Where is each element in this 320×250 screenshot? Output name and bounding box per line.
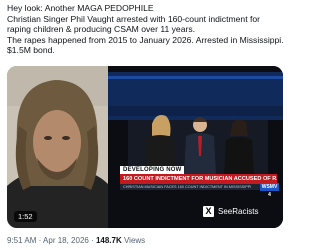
post-text-line: raping children & producing CSAM over 11… [7, 24, 196, 35]
post-text-line: Christian Singer Phil Vaught arrested wi… [7, 13, 261, 24]
post-date[interactable]: Apr 18, 2026 [43, 236, 89, 245]
post-time[interactable]: 9:51 AM [7, 236, 36, 245]
watermark: X SeeRacists [203, 206, 258, 217]
video-duration: 1:52 [14, 211, 37, 222]
post-text-line: The rapes happened from 2015 to January … [7, 34, 284, 45]
meta-separator: · [88, 236, 96, 245]
station-logo: WSMV 4 [260, 183, 279, 198]
news-studio-scene [108, 66, 283, 228]
news-subline-bar: CHRISTIAN MUSICIAN FACES 160 COUNT INDIC… [120, 184, 260, 190]
watermark-handle: SeeRacists [218, 207, 259, 216]
developing-now-tag: DEVELOPING NOW [120, 166, 185, 174]
news-video[interactable]: DEVELOPING NOW 160 COUNT INDICTMENT FOR … [108, 66, 283, 228]
post-text-line: $1.5M bond. [7, 45, 55, 56]
x-logo-icon: X [203, 206, 214, 217]
media-grid: 1:52 DEVELOPING NOW 160 COUNT INDICTMENT… [7, 66, 283, 228]
views-count[interactable]: 148.7K [96, 236, 122, 245]
post-text-line: Hey look: Another MAGA PEDOPHILE [7, 3, 154, 13]
news-headline-bar: 160 COUNT INDICTMENT FOR MUSICIAN ACCUSE… [120, 174, 277, 184]
photo-thumbnail[interactable]: 1:52 [7, 66, 108, 228]
portrait-photo [7, 66, 108, 228]
views-label: Views [121, 236, 146, 245]
post-text: Hey look: Another MAGA PEDOPHILE Christi… [7, 3, 287, 56]
post-meta: 9:51 AM · Apr 18, 2026 · 148.7K Views [7, 236, 145, 245]
